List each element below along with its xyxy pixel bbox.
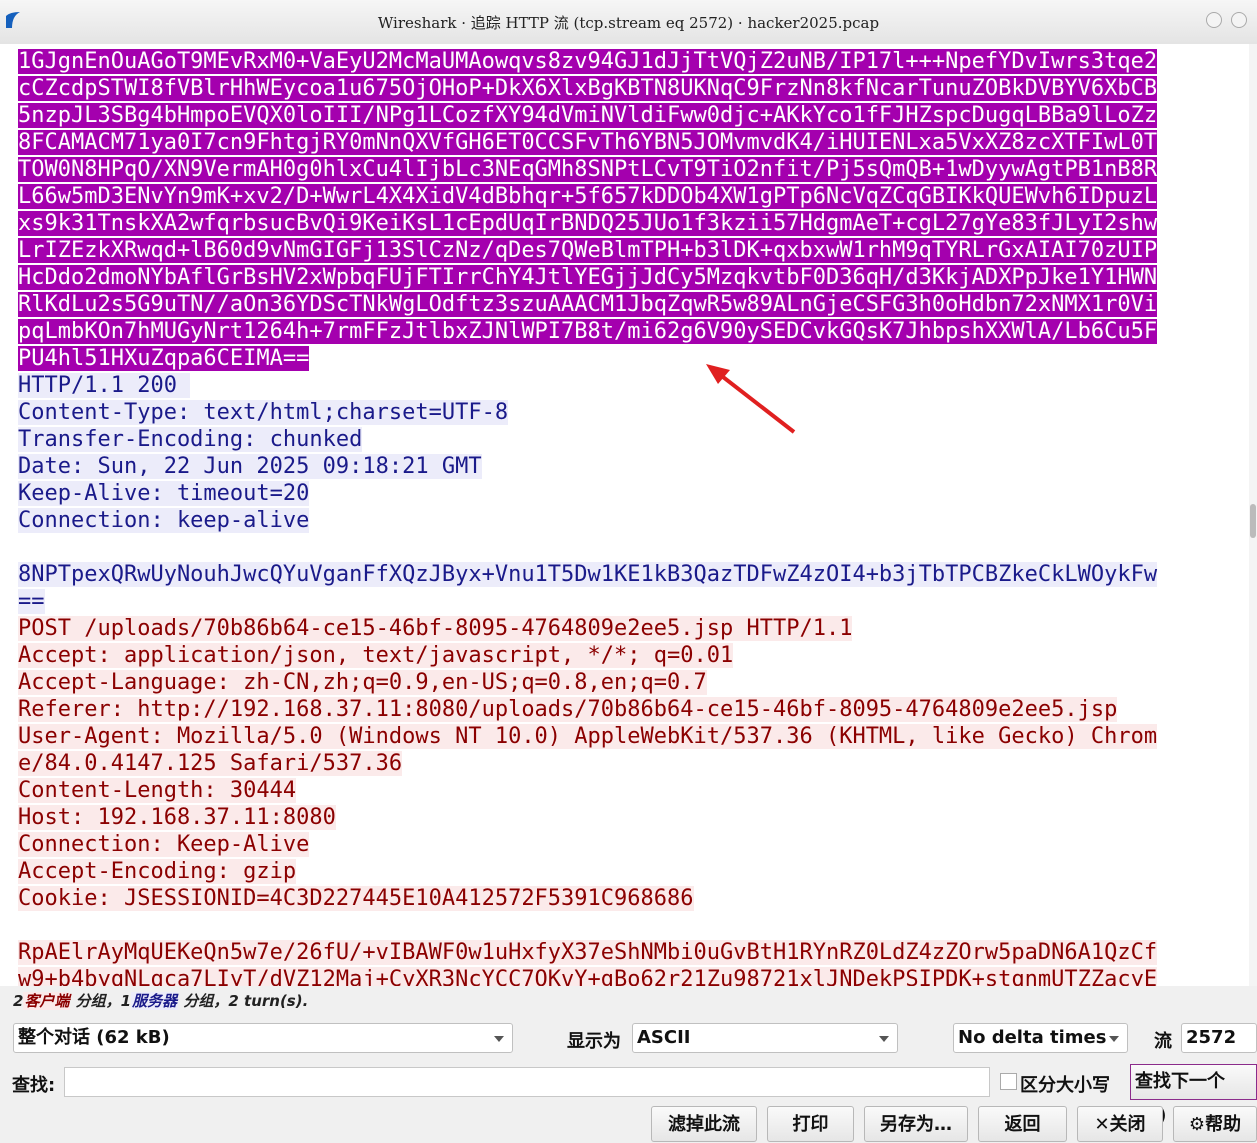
delta-times-select-value: No delta times: [958, 1027, 1107, 1048]
stream-number-value: 2572: [1186, 1027, 1237, 1048]
stream-line: RpAElrAyMqUEKeQn5w7e/26fU/+vIBAWF0w1uHxf…: [18, 940, 1158, 965]
close-button[interactable]: ✕关闭: [1077, 1106, 1163, 1142]
stream-line: 8FCAMACM71ya0I7cn9FhtgjRY0mNnQXVfGH6ET0C…: [18, 130, 1158, 155]
stream-line: Date: Sun, 22 Jun 2025 09:18:21 GMT: [18, 454, 482, 479]
stream-line: 5nzpJL3SBg4bHmpoEVQX0loIII/NPg1LCozfXY94…: [18, 103, 1158, 128]
chevron-down-icon: [1109, 1036, 1119, 1042]
find-label: 查找:: [12, 1075, 56, 1096]
stream-line: POST /uploads/70b86b64-ce15-46bf-8095-47…: [18, 616, 853, 641]
stream-line: PU4hl51HXuZqpa6CEIMA==: [18, 346, 310, 371]
stream-number-spinbox[interactable]: 2572: [1181, 1023, 1257, 1053]
stream-line: Connection: Keep-Alive: [18, 832, 310, 857]
stream-line: TOW0N8HPqO/XN9VermAH0g0hlxCu4lIjbLc3NEqG…: [18, 157, 1158, 182]
stream-line: xs9k31TnskXA2wfqrbsucBvQi9KeiKsL1cEpdUqI…: [18, 211, 1158, 236]
case-sensitive-checkbox[interactable]: [1000, 1073, 1017, 1090]
server-selected-block[interactable]: 1GJgnEnOuAGoT9MEvRxM0+VaEyU2McMaUMAowqvs…: [18, 48, 1158, 986]
stream-line: HTTP/1.1 200: [18, 373, 191, 398]
stream-line: Accept-Encoding: gzip: [18, 859, 297, 884]
stream-line: L66w5mD3ENvYn9mK+xv2/D+WwrL4X4XidV4dBbhq…: [18, 184, 1158, 209]
maximize-button[interactable]: [1231, 12, 1247, 28]
show-as-label: 显示为: [567, 1031, 621, 1052]
stream-label: 流: [1154, 1031, 1172, 1052]
show-as-select[interactable]: ASCII: [632, 1023, 898, 1053]
window-title: Wireshark · 追踪 HTTP 流 (tcp.stream eq 257…: [377, 14, 880, 32]
show-as-select-value: ASCII: [637, 1027, 691, 1048]
title-bar: Wireshark · 追踪 HTTP 流 (tcp.stream eq 257…: [0, 0, 1257, 45]
stream-line: Accept: application/json, text/javascrip…: [18, 643, 734, 668]
scrollbar-thumb[interactable]: [1250, 504, 1256, 538]
conversation-select-value: 整个对话 (62 kB): [18, 1027, 170, 1048]
filter-out-stream-button[interactable]: 滤掉此流: [651, 1106, 757, 1142]
stream-line: Keep-Alive: timeout=20: [18, 481, 310, 506]
stream-line: Cookie: JSESSIONID=4C3D227445E10A412572F…: [18, 886, 694, 911]
close-icon: ✕: [1094, 1114, 1110, 1135]
print-button[interactable]: 打印: [767, 1106, 854, 1142]
save-as-button[interactable]: 另存为…: [864, 1106, 968, 1142]
case-sensitive-label: 区分大小写: [1020, 1075, 1110, 1096]
stream-line: Host: 192.168.37.11:8080: [18, 805, 336, 830]
find-input[interactable]: [64, 1067, 990, 1097]
stream-line: pqLmbKOn7hMUGyNrt1264h+7rmFFzJtlbxZJNlWP…: [18, 319, 1158, 344]
stream-line: Content-Type: text/html;charset=UTF-8: [18, 400, 509, 425]
help-icon: ⚙: [1188, 1114, 1206, 1135]
stream-line: Content-Length: 30444: [18, 778, 297, 803]
delta-times-select[interactable]: No delta times: [953, 1023, 1128, 1053]
stream-line: cCZcdpSTWI8fVBlrHhWEycoa1u675OjOHoP+DkX6…: [18, 76, 1158, 101]
find-next-button[interactable]: 查找下一个(N): [1130, 1064, 1257, 1126]
back-button[interactable]: 返回: [978, 1106, 1067, 1142]
help-button-label: 帮助: [1205, 1114, 1242, 1135]
stream-summary: 2客户端 分组，1服务器 分组，2 turn(s).: [13, 990, 308, 1011]
client-label: 客户端: [23, 992, 71, 1010]
stream-line: 1GJgnEnOuAGoT9MEvRxM0+VaEyU2McMaUMAowqvs…: [18, 49, 1158, 74]
stream-line: RlKdLu2s5G9uTN//aOn36YDScTNkWgLOdftz3szu…: [18, 292, 1158, 317]
stream-line: HcDdo2dmoNYbAflGrBsHV2xWpbqFUjFTIrrChY4J…: [18, 265, 1158, 290]
conversation-select[interactable]: 整个对话 (62 kB): [13, 1023, 513, 1053]
help-button[interactable]: ⚙帮助: [1173, 1106, 1257, 1142]
stream-line: Accept-Language: zh-CN,zh;q=0.9,en-US;q=…: [18, 670, 707, 695]
stream-line: Referer: http://192.168.37.11:8080/uploa…: [18, 697, 1118, 722]
server-label: 服务器: [131, 992, 179, 1010]
stream-line: ==: [18, 589, 45, 614]
stream-line: 8NPTpexQRwUyNouhJwcQYuVganFfXQzJByx+Vnu1…: [18, 562, 1158, 587]
client-packet-count: 2: [13, 992, 24, 1010]
stream-line: User-Agent: Mozilla/5.0 (Windows NT 10.0…: [18, 724, 1158, 749]
chevron-down-icon: [494, 1036, 504, 1042]
vertical-scrollbar[interactable]: [1249, 44, 1257, 986]
minimize-button[interactable]: [1206, 12, 1222, 28]
stream-line: w9+b4byqNLqca7LIyT/dVZ12Maj+CyXR3NcYCC7O…: [18, 967, 1158, 986]
stream-line: LrIZEzkXRwqd+lB60d9vNmGIGFj13SlCzNz/qDes…: [18, 238, 1158, 263]
stream-line: Connection: keep-alive: [18, 508, 310, 533]
summary-end-text: 分组，2 turn(s).: [178, 992, 309, 1010]
summary-mid-text: 分组，1: [70, 992, 132, 1010]
close-button-label: 关闭: [1109, 1114, 1146, 1135]
stream-content-area[interactable]: 1GJgnEnOuAGoT9MEvRxM0+VaEyU2McMaUMAowqvs…: [0, 44, 1249, 986]
red-annotation-arrow-icon: [706, 364, 796, 434]
stream-line: Transfer-Encoding: chunked: [18, 427, 363, 452]
stream-line: e/84.0.4147.125 Safari/537.36: [18, 751, 403, 776]
chevron-down-icon: [879, 1036, 889, 1042]
